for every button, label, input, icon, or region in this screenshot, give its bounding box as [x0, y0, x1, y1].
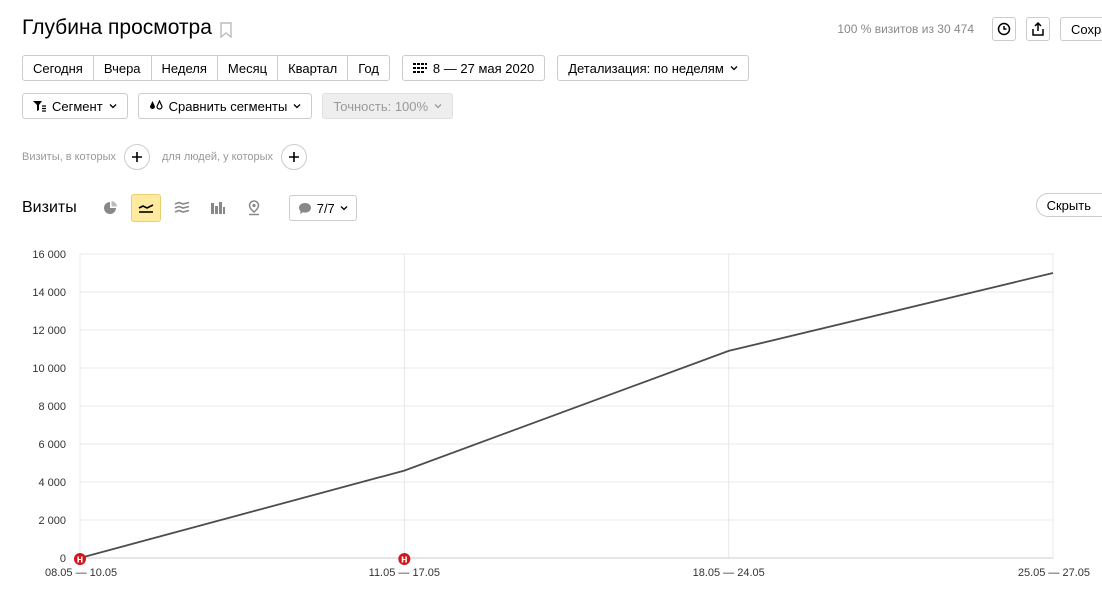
period-toolbar: Сегодня Вчера Неделя Месяц Квартал Год 8… — [22, 55, 749, 81]
period-tab-quarter[interactable]: Квартал — [278, 56, 349, 80]
chevron-down-icon — [109, 104, 117, 109]
filter-icon — [33, 101, 46, 112]
chart-toolbar: Визиты 7/7 — [22, 194, 357, 222]
period-tab-year[interactable]: Год — [348, 56, 389, 80]
area-chart-icon — [174, 201, 189, 213]
bookmark-icon[interactable] — [220, 22, 232, 38]
y-tick-label: 10 000 — [32, 363, 66, 375]
y-tick-label: 4 000 — [38, 477, 66, 489]
date-range-text: 8 — 27 мая 2020 — [432, 60, 535, 76]
x-tick-label: 25.05 — 27.05 — [1018, 567, 1090, 579]
y-tick-label: 14 000 — [32, 287, 66, 299]
people-condition-label: для людей, у которых — [162, 151, 273, 163]
add-people-condition-button[interactable] — [281, 144, 307, 170]
area-view-button[interactable] — [167, 194, 197, 222]
note-marker-label: н — [401, 554, 408, 566]
plus-icon — [132, 152, 142, 162]
chevron-down-icon — [293, 104, 301, 109]
period-tabs: Сегодня Вчера Неделя Месяц Квартал Год — [22, 55, 390, 81]
save-button[interactable]: Сохра — [1060, 17, 1102, 41]
segment-text: Сегмент — [52, 98, 103, 114]
chevron-down-icon — [340, 206, 348, 211]
x-tick-label: 18.05 — 24.05 — [693, 567, 765, 579]
x-tick-label: 08.05 — 10.05 — [45, 567, 117, 579]
page-title-text: Глубина просмотра — [22, 16, 212, 39]
conditions-row: Визиты, в которых для людей, у которых — [22, 144, 307, 170]
y-tick-label: 16 000 — [32, 249, 66, 261]
visits-info: 100 % визитов из 30 474 — [837, 22, 974, 36]
detail-dropdown[interactable]: Детализация: по неделям — [557, 55, 749, 81]
clock-icon — [997, 22, 1011, 36]
period-tab-week[interactable]: Неделя — [152, 56, 218, 80]
map-view-button[interactable] — [239, 194, 269, 222]
detail-text: Детализация: по неделям — [568, 60, 724, 76]
y-tick-label: 8 000 — [38, 401, 66, 413]
y-tick-label: 2 000 — [38, 515, 66, 527]
plus-icon — [289, 152, 299, 162]
share-icon — [1032, 22, 1044, 36]
export-button[interactable] — [1026, 17, 1050, 41]
chevron-down-icon — [730, 66, 738, 71]
visits-condition-label: Визиты, в которых — [22, 151, 116, 163]
period-tab-today[interactable]: Сегодня — [23, 56, 94, 80]
note-marker-label: н — [77, 554, 84, 566]
accuracy-dropdown[interactable]: Точность: 100% — [322, 93, 454, 119]
calendar-icon — [412, 63, 427, 73]
pie-chart-icon — [103, 201, 117, 214]
bar-view-button[interactable] — [203, 194, 233, 222]
notes-dropdown[interactable]: 7/7 — [288, 195, 357, 221]
page-title: Глубина просмотра — [22, 16, 232, 40]
segment-dropdown[interactable]: Сегмент — [22, 93, 128, 119]
date-range-picker[interactable]: 8 — 27 мая 2020 — [401, 55, 546, 81]
compare-text: Сравнить сегменты — [168, 98, 288, 114]
visits-line-chart: 0 2 000 4 000 6 000 8 000 10 000 12 000 14 000 1… — [32, 249, 1090, 579]
header-actions: 100 % визитов из 30 474 Сохра — [837, 17, 1102, 41]
compare-segments-dropdown[interactable]: Сравнить сегменты — [137, 93, 313, 119]
filter-toolbar: Сегмент Сравнить сегменты Точность: 100% — [22, 93, 454, 119]
line-view-button[interactable] — [130, 194, 161, 222]
chevron-down-icon — [434, 104, 442, 109]
chart-section-title: Визиты — [22, 199, 77, 216]
y-tick-label: 0 — [60, 553, 66, 565]
x-tick-label: 11.05 — 17.05 — [369, 567, 440, 579]
bar-chart-icon — [210, 202, 225, 214]
drops-icon — [149, 100, 163, 110]
period-tab-yesterday[interactable]: Вчера — [94, 56, 152, 80]
y-tick-label: 12 000 — [32, 325, 66, 337]
notes-count: 7/7 — [316, 200, 335, 216]
y-tick-label: 6 000 — [38, 439, 66, 451]
map-pin-icon — [248, 200, 259, 216]
history-button[interactable] — [992, 17, 1016, 41]
hide-chart-button[interactable]: Скрыть — [1035, 193, 1102, 217]
accuracy-text: Точность: 100% — [333, 98, 429, 114]
period-tab-month[interactable]: Месяц — [218, 56, 279, 80]
comment-icon — [298, 202, 311, 214]
pie-view-button[interactable] — [95, 194, 125, 222]
line-chart-icon — [138, 204, 154, 213]
add-visit-condition-button[interactable] — [124, 144, 150, 170]
